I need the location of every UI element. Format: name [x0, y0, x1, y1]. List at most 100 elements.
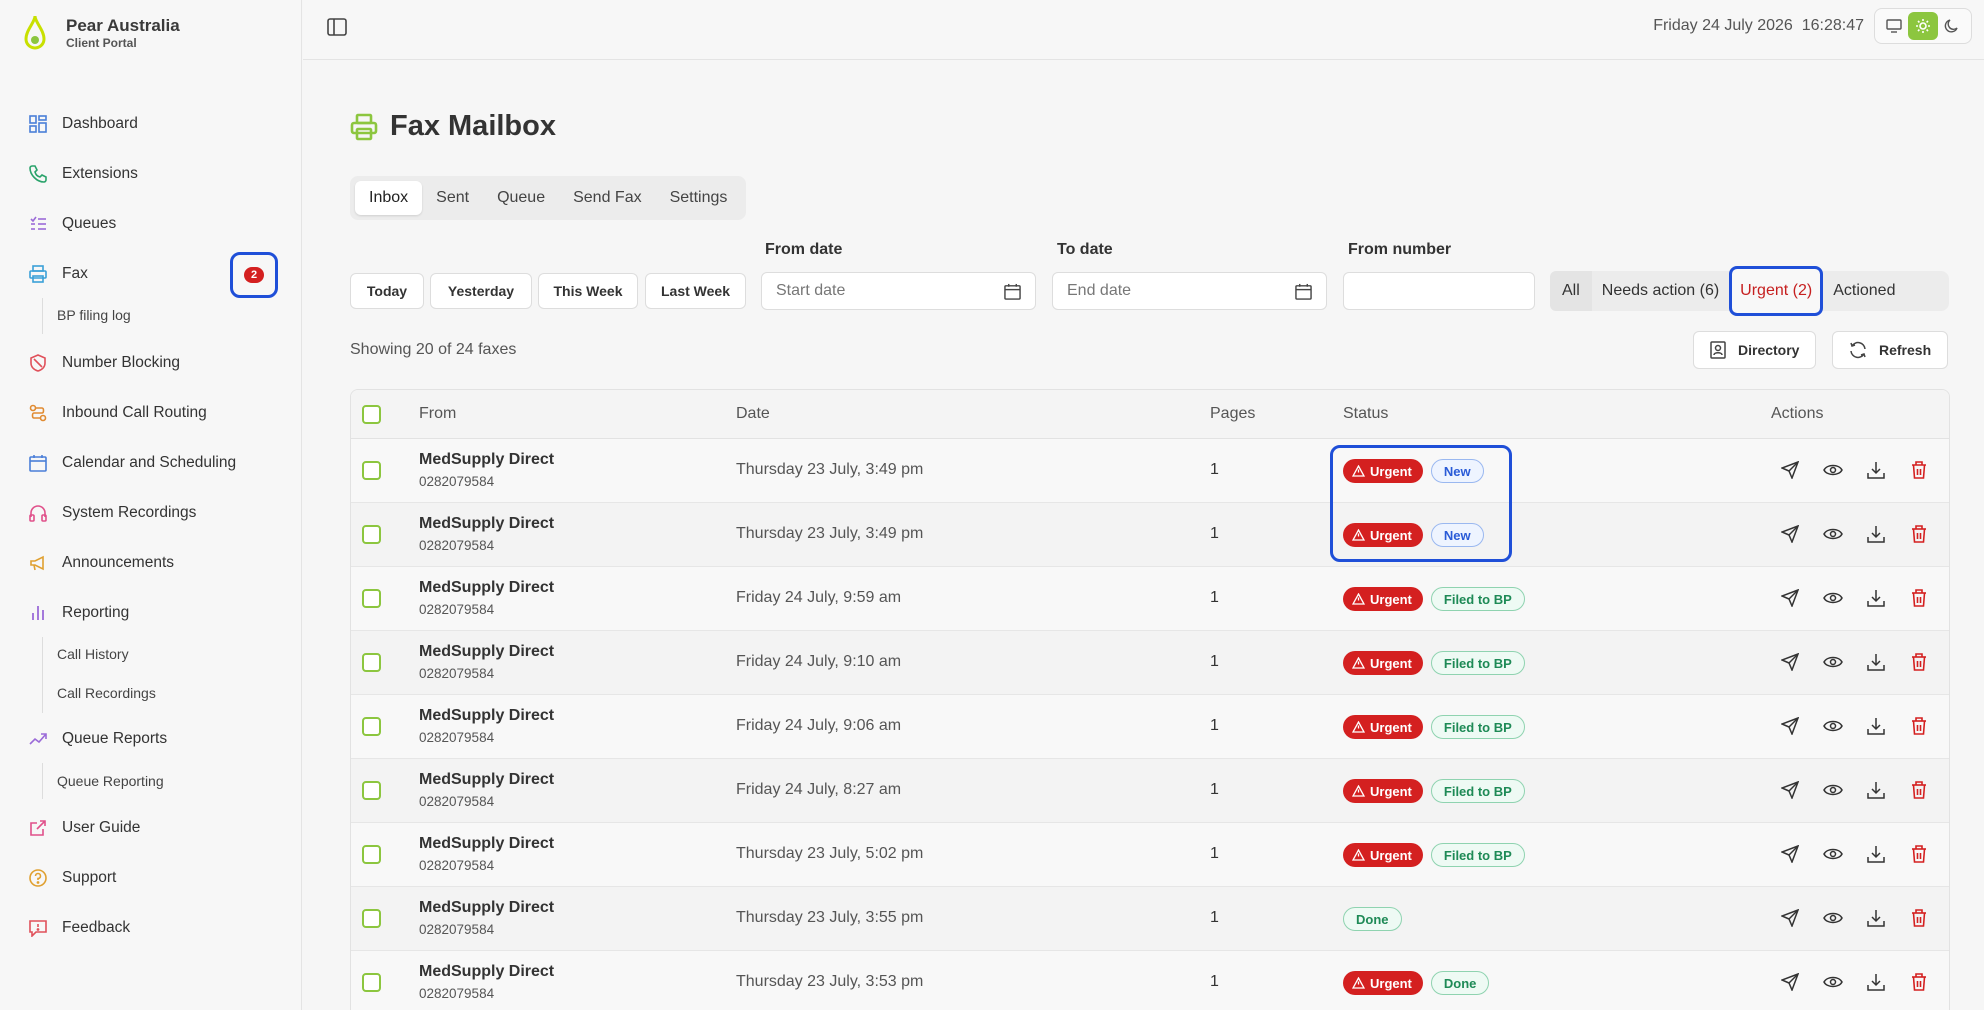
sidebar-subitem-call-history[interactable]: Call History [57, 646, 129, 662]
row-checkbox[interactable] [362, 525, 381, 544]
view-icon[interactable] [1822, 715, 1844, 737]
sidebar-subitem-queue-reporting[interactable]: Queue Reporting [57, 773, 164, 789]
refresh-button[interactable]: Refresh [1832, 331, 1949, 369]
sidebar-item-system-recordings[interactable]: System Recordings [28, 499, 196, 527]
calendar-icon[interactable] [1004, 283, 1021, 300]
sidebar-item-queue-reports[interactable]: Queue Reports [28, 725, 167, 753]
tab-sent[interactable]: Sent [422, 181, 483, 215]
download-icon[interactable] [1865, 843, 1887, 865]
sidebar-subitem-call-recordings[interactable]: Call Recordings [57, 685, 156, 701]
table-row[interactable]: MedSupply Direct 0282079584 Thursday 23 Ju… [351, 823, 1949, 887]
download-icon[interactable] [1865, 651, 1887, 673]
sun-icon[interactable] [1908, 12, 1938, 40]
tab-queue[interactable]: Queue [483, 181, 559, 215]
trash-icon[interactable] [1908, 651, 1930, 673]
row-checkbox[interactable] [362, 781, 381, 800]
tab-inbox[interactable]: Inbox [355, 181, 423, 215]
table-row[interactable]: MedSupply Direct 0282079584 Friday 24 July… [351, 631, 1949, 695]
trash-icon[interactable] [1908, 459, 1930, 481]
sidebar-item-fax[interactable]: Fax [28, 260, 88, 288]
from-number-input[interactable] [1343, 272, 1535, 310]
sidebar-item-extensions[interactable]: Extensions [28, 160, 138, 188]
this-week-button[interactable]: This Week [538, 273, 638, 309]
download-icon[interactable] [1865, 907, 1887, 929]
view-icon[interactable] [1822, 459, 1844, 481]
row-checkbox[interactable] [362, 717, 381, 736]
trash-icon[interactable] [1908, 715, 1930, 737]
trash-icon[interactable] [1908, 971, 1930, 993]
download-icon[interactable] [1865, 587, 1887, 609]
trash-icon[interactable] [1908, 587, 1930, 609]
filter-all[interactable]: All [1550, 271, 1592, 311]
table-row[interactable]: MedSupply Direct 0282079584 Thursday 23 Ju… [351, 439, 1949, 503]
today-button[interactable]: Today [350, 273, 424, 309]
row-checkbox[interactable] [362, 973, 381, 992]
download-icon[interactable] [1865, 779, 1887, 801]
to-date-field[interactable]: End date [1052, 272, 1327, 310]
send-icon[interactable] [1779, 971, 1801, 993]
status-badge: Filed to BP [1430, 715, 1525, 739]
directory-button[interactable]: Directory [1693, 331, 1817, 369]
filter-actioned[interactable]: Actioned [1823, 271, 1905, 311]
yesterday-button[interactable]: Yesterday [430, 273, 532, 309]
download-icon[interactable] [1865, 523, 1887, 545]
view-icon[interactable] [1822, 523, 1844, 545]
sidebar-toggle-icon[interactable] [326, 17, 348, 37]
sidebar-item-feedback[interactable]: Feedback [28, 914, 130, 942]
view-icon[interactable] [1822, 587, 1844, 609]
download-icon[interactable] [1865, 971, 1887, 993]
table-row[interactable]: MedSupply Direct 0282079584 Friday 24 July… [351, 695, 1949, 759]
trash-icon[interactable] [1908, 779, 1930, 801]
sidebar-item-number-blocking[interactable]: Number Blocking [28, 349, 180, 377]
sidebar-item-calendar[interactable]: Calendar and Scheduling [28, 449, 236, 477]
trash-icon[interactable] [1908, 843, 1930, 865]
download-icon[interactable] [1865, 715, 1887, 737]
calendar-icon[interactable] [1295, 283, 1312, 300]
table-row[interactable]: MedSupply Direct 0282079584 Friday 24 July… [351, 759, 1949, 823]
send-icon[interactable] [1779, 651, 1801, 673]
filter-needs-action[interactable]: Needs action (6) [1592, 271, 1729, 311]
download-icon[interactable] [1865, 459, 1887, 481]
sidebar-item-dashboard[interactable]: Dashboard [28, 110, 138, 138]
table-row[interactable]: MedSupply Direct 0282079584 Thursday 23 Ju… [351, 503, 1949, 567]
trash-icon[interactable] [1908, 523, 1930, 545]
send-icon[interactable] [1779, 715, 1801, 737]
send-icon[interactable] [1779, 459, 1801, 481]
row-checkbox[interactable] [362, 909, 381, 928]
row-checkbox[interactable] [362, 653, 381, 672]
row-checkbox[interactable] [362, 589, 381, 608]
sidebar-item-queues[interactable]: Queues [28, 210, 116, 238]
view-icon[interactable] [1822, 971, 1844, 993]
table-row[interactable]: MedSupply Direct 0282079584 Friday 24 July… [351, 567, 1949, 631]
filter-urgent[interactable]: Urgent (2) [1729, 266, 1824, 316]
send-icon[interactable] [1779, 587, 1801, 609]
moon-icon[interactable] [1938, 12, 1967, 40]
send-icon[interactable] [1779, 779, 1801, 801]
row-checkbox[interactable] [362, 845, 381, 864]
view-icon[interactable] [1822, 843, 1844, 865]
sidebar-item-reporting[interactable]: Reporting [28, 599, 129, 627]
monitor-icon[interactable] [1879, 12, 1908, 40]
select-all-checkbox[interactable] [362, 405, 381, 424]
sidebar-item-inbound-call-routing[interactable]: Inbound Call Routing [28, 399, 207, 427]
status-highlight [1330, 445, 1512, 562]
view-icon[interactable] [1822, 907, 1844, 929]
send-icon[interactable] [1779, 843, 1801, 865]
from-date-field[interactable]: Start date [761, 272, 1036, 310]
sidebar-item-support[interactable]: Support [28, 864, 116, 892]
table-row[interactable]: MedSupply Direct 0282079584 Thursday 23 Ju… [351, 951, 1949, 1010]
view-icon[interactable] [1822, 651, 1844, 673]
sidebar-item-announcements[interactable]: Announcements [28, 549, 174, 577]
tab-send-fax[interactable]: Send Fax [559, 181, 655, 215]
view-icon[interactable] [1822, 779, 1844, 801]
tab-settings[interactable]: Settings [656, 181, 742, 215]
brand[interactable]: Pear Australia Client Portal [20, 14, 180, 52]
send-icon[interactable] [1779, 907, 1801, 929]
trash-icon[interactable] [1908, 907, 1930, 929]
last-week-button[interactable]: Last Week [645, 273, 746, 309]
send-icon[interactable] [1779, 523, 1801, 545]
sidebar-item-user-guide[interactable]: User Guide [28, 814, 140, 842]
sidebar-subitem-bp-filing-log[interactable]: BP filing log [57, 307, 131, 323]
table-row[interactable]: MedSupply Direct 0282079584 Thursday 23 Ju… [351, 887, 1949, 951]
row-checkbox[interactable] [362, 461, 381, 480]
